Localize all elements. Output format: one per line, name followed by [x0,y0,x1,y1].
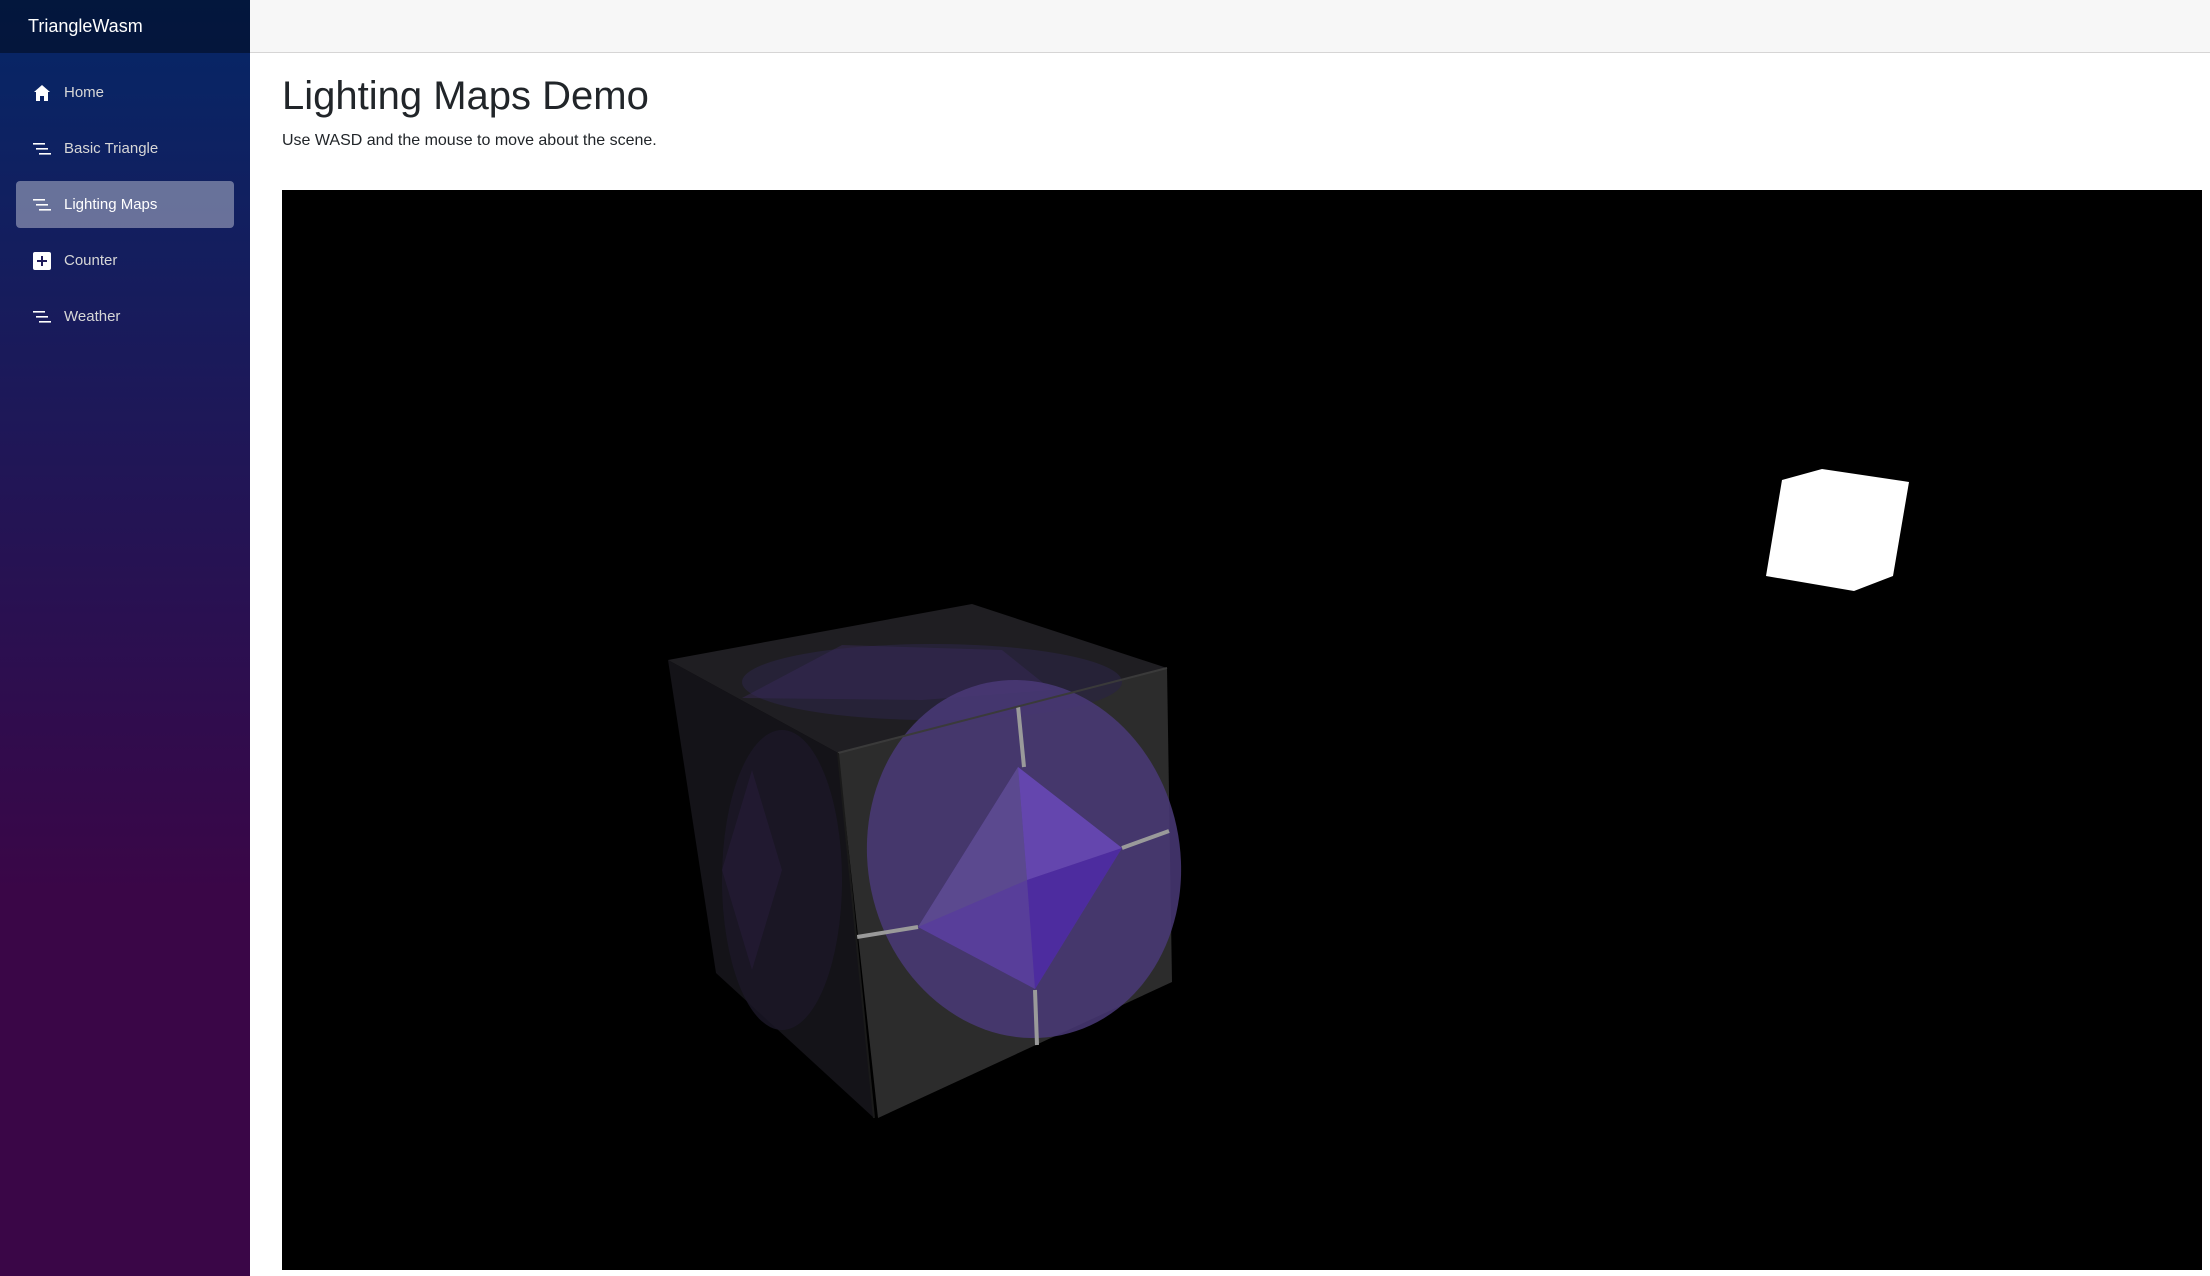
top-row [250,0,2210,53]
page-title: Lighting Maps Demo [282,74,649,118]
app-root: TriangleWasm Home Basic Triangle Lightin… [0,0,2210,1276]
list-icon [32,139,52,159]
scene-canvas[interactable] [282,190,2202,1270]
sidebar-item-label: Lighting Maps [64,196,158,213]
light-cube [1766,469,1909,591]
sidebar-item-counter[interactable]: Counter [16,237,234,284]
home-icon [32,83,52,103]
sidebar-item-lighting-maps[interactable]: Lighting Maps [16,181,234,228]
brand-link[interactable]: TriangleWasm [28,16,143,37]
page-subtitle: Use WASD and the mouse to move about the… [282,132,657,149]
list-icon [32,307,52,327]
sidebar-item-label: Home [64,84,105,101]
sidebar-item-weather[interactable]: Weather [16,293,234,340]
sidebar-item-basic-triangle[interactable]: Basic Triangle [16,125,234,172]
sidebar-item-label: Counter [64,252,118,269]
plus-icon [32,251,52,271]
brand-bar: TriangleWasm [0,0,250,53]
nav-menu: Home Basic Triangle Lighting Maps Counte… [0,53,250,340]
sidebar: TriangleWasm Home Basic Triangle Lightin… [0,0,250,1276]
sidebar-item-home[interactable]: Home [16,69,234,116]
list-icon [32,195,52,215]
textured-cube [668,604,1182,1119]
sidebar-item-label: Weather [64,308,121,325]
main-content: Lighting Maps Demo Use WASD and the mous… [282,53,2202,1270]
sidebar-item-label: Basic Triangle [64,140,159,157]
